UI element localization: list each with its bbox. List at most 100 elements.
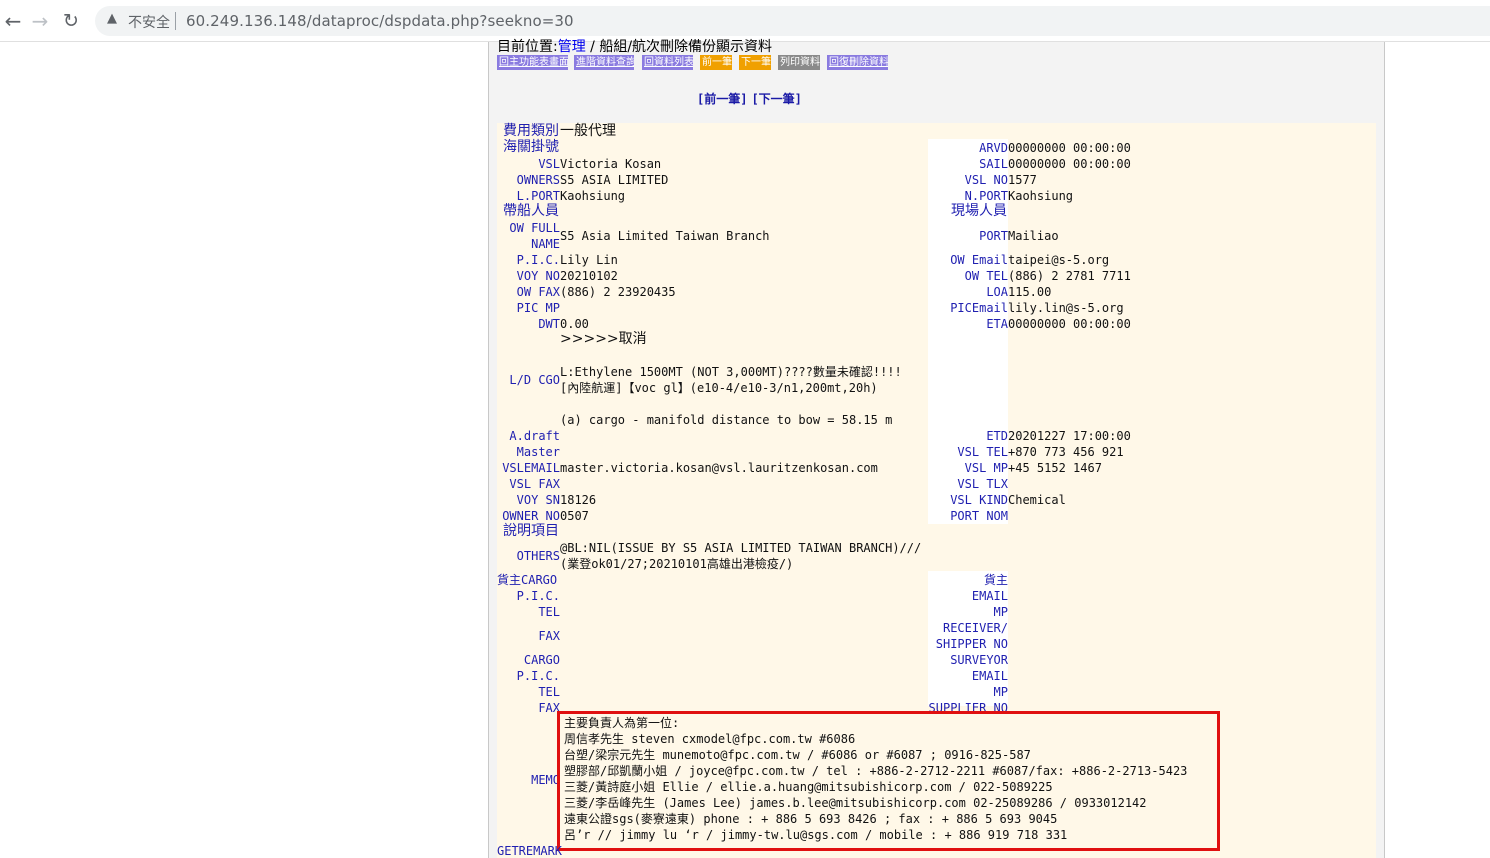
- adraft-label: A.draft: [509, 429, 560, 443]
- ow-fax-value: (886) 2 23920435: [560, 285, 676, 299]
- pic-label: P.I.C.: [516, 253, 560, 267]
- print-button[interactable]: 列印資料: [778, 55, 820, 70]
- breadcrumb-link-admin[interactable]: 管理: [558, 39, 586, 55]
- lport-label: L.PORT: [516, 189, 560, 203]
- cargo-pic-label: P.I.C.: [516, 589, 560, 603]
- vsl-kind-label: VSL KIND: [950, 493, 1008, 507]
- vsl-mp-value: +45 5152 1467: [1008, 461, 1102, 475]
- others-line1: @BL:NIL(ISSUE BY S5 ASIA LIMITED TAIWAN …: [560, 541, 922, 555]
- owners-label: OWNERS: [516, 173, 560, 187]
- getremark-label: GETREMARK: [497, 844, 563, 858]
- ow-email-value: taipei@s-5.org: [1008, 253, 1110, 267]
- voy-sn-label: VOY SN: [516, 493, 560, 507]
- others-line2: (業登ok01/27;20210101高雄出港檢疫/): [560, 557, 794, 571]
- port-value: Mailiao: [1008, 229, 1059, 243]
- ow-full-name-label: OW FULL: [509, 221, 560, 235]
- prev-record-button[interactable]: 前一筆: [700, 55, 732, 70]
- arvd-value: 00000000 00:00:00: [1008, 141, 1131, 155]
- restore-deleted-button[interactable]: 回復刪除資料: [827, 55, 888, 70]
- back-arrow-icon[interactable]: ←: [0, 8, 26, 34]
- onsite-label: 現場人員: [951, 203, 1007, 219]
- insecure-label[interactable]: 不安全: [128, 12, 170, 32]
- memo-line: 呂’r // jimmy lu ‘r / jimmy-tw.lu@sgs.com…: [564, 828, 1068, 842]
- forward-arrow-icon[interactable]: →: [27, 8, 53, 34]
- address-bar[interactable]: ▲ 不安全 60.249.136.148/dataproc/dspdata.ph…: [95, 6, 1490, 36]
- fee-type-value: 一般代理: [560, 123, 616, 139]
- ow-full-name-value: S5 Asia Limited Taiwan Branch: [560, 229, 770, 243]
- ow-full-name-label-2: NAME: [531, 237, 560, 251]
- main-menu-button[interactable]: 回主功能表畫面: [497, 55, 568, 70]
- cargo-pic2-label: P.I.C.: [516, 669, 560, 683]
- cargo-tel-label: TEL: [538, 605, 560, 619]
- voy-sn-value: 18126: [560, 493, 597, 507]
- breadcrumb: 目前位置:管理 / 船組/航次刪除備份顯示資料: [497, 36, 772, 56]
- pic-mp-label: PIC MP: [516, 301, 560, 315]
- port-label: PORT: [979, 229, 1008, 243]
- pager-next-link[interactable]: [下一筆]: [751, 92, 801, 106]
- next-record-button[interactable]: 下一筆: [739, 55, 771, 70]
- receiver-right-label: RECEIVER/: [942, 621, 1008, 635]
- sail-label: SAIL: [979, 157, 1008, 171]
- reload-icon[interactable]: ↻: [58, 8, 84, 34]
- loa-label: LOA: [986, 285, 1008, 299]
- advanced-query-button[interactable]: 進階資料查詢: [574, 55, 634, 70]
- pic-email-label: PICEmail: [950, 301, 1008, 315]
- surveyor-right-label: SURVEYOR: [950, 653, 1008, 667]
- pic-value: Lily Lin: [560, 253, 618, 267]
- owners-value: S5 ASIA LIMITED: [560, 173, 669, 187]
- fee-type-label: 費用類別: [503, 123, 559, 139]
- memo-line: 主要負責人為第一位:: [564, 716, 680, 730]
- vsl-label: VSL: [538, 157, 560, 171]
- customs-label: 海關掛號: [503, 139, 559, 155]
- arvd-label: ARVD: [979, 141, 1008, 155]
- ld-cgo-line1: L:Ethylene 1500MT (NOT 3,000MT)????數量未確認…: [560, 365, 902, 379]
- cargo-tel2-label: TEL: [538, 685, 560, 699]
- sail-value: 00000000 00:00:00: [1008, 157, 1131, 171]
- others-label: OTHERS: [516, 549, 560, 563]
- pager-prev-link[interactable]: [前一筆]: [697, 92, 747, 106]
- dwt-label: DWT: [538, 317, 560, 331]
- etd-label: ETD: [986, 429, 1008, 443]
- cargo-fax2-label: FAX: [538, 701, 560, 715]
- breadcrumb-rest: / 船組/航次刪除備份顯示資料: [585, 39, 773, 55]
- cargo-fax-label: FAX: [538, 629, 560, 643]
- nport-label: N.PORT: [964, 189, 1008, 203]
- notes-label: 說明項目: [503, 523, 559, 539]
- vsl-no-value: 1577: [1008, 173, 1037, 187]
- pic-email-value: lily.lin@s-5.org: [1008, 301, 1124, 315]
- shipper-no-right-label: SHIPPER NO: [935, 637, 1008, 651]
- ow-tel-label: OW TEL: [964, 269, 1008, 283]
- etd-value: 20201227 17:00:00: [1008, 429, 1131, 443]
- port-nom-label: PORT NOM: [950, 509, 1008, 523]
- pager: [前一筆] [下一筆]: [697, 90, 806, 107]
- back-to-list-button[interactable]: 回資料列表: [642, 55, 693, 70]
- dwt-value: 0.00: [560, 317, 589, 331]
- voy-no-value: 20210102: [560, 269, 618, 283]
- memo-highlight-box: 主要負責人為第一位: 周信孝先生 steven cxmodel@fpc.com.…: [557, 711, 1220, 851]
- vsl-tel-label: VSL TEL: [957, 445, 1008, 459]
- owner-no-value: 0507: [560, 509, 589, 523]
- mp-right-label: MP: [993, 605, 1008, 619]
- nport-value: Kaohsiung: [1008, 189, 1074, 203]
- vsl-kind-value: Chemical: [1008, 493, 1066, 507]
- cargo-label: CARGO: [523, 653, 560, 667]
- memo-line: 周信孝先生 steven cxmodel@fpc.com.tw #6086: [564, 732, 856, 746]
- dwt-note: >>>>>取消: [560, 331, 647, 347]
- vsl-email-value: master.victoria.kosan@vsl.lauritzenkosan…: [560, 461, 878, 475]
- breadcrumb-prefix: 目前位置:: [497, 39, 558, 55]
- lport-value: Kaohsiung: [560, 189, 626, 203]
- owner-no-label: OWNER NO: [502, 509, 560, 523]
- ld-cgo-label: L/D CGO: [509, 373, 560, 387]
- vsl-fax-label: VSL FAX: [509, 477, 560, 491]
- url-text[interactable]: 60.249.136.148/dataproc/dspdata.php?seek…: [186, 12, 574, 30]
- warning-icon[interactable]: ▲: [107, 11, 117, 26]
- vsl-mp-label: VSL MP: [964, 461, 1008, 475]
- voy-no-label: VOY NO: [516, 269, 560, 283]
- eta-value: 00000000 00:00:00: [1008, 317, 1131, 331]
- ow-tel-value: (886) 2 2781 7711: [1008, 269, 1131, 283]
- email-right-label: EMAIL: [971, 589, 1008, 603]
- ow-fax-label: OW FAX: [516, 285, 560, 299]
- cargo-owner-label: 貨主CARGO: [497, 573, 558, 587]
- email2-right-label: EMAIL: [971, 669, 1008, 683]
- master-label: Master: [516, 445, 560, 459]
